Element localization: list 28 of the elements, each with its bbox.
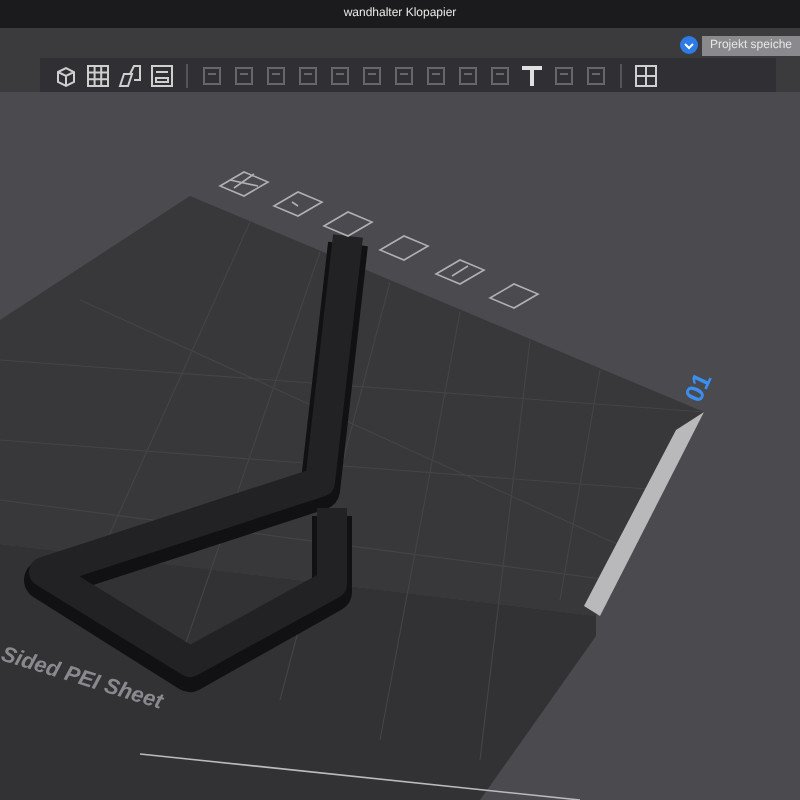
text-tool-icon (520, 63, 544, 87)
tool-icon (232, 63, 256, 87)
toolbar-button[interactable] (84, 61, 112, 89)
toolbar-button[interactable] (148, 61, 176, 89)
tool-icon (584, 63, 608, 87)
assemble-icon (634, 63, 658, 87)
tool-icon (552, 63, 576, 87)
toolbar-button[interactable] (116, 61, 144, 89)
cube-icon (54, 63, 78, 87)
sheet-label: Sided PEI Sheet (0, 642, 166, 715)
toolbar-button[interactable] (52, 61, 80, 89)
plate-icon (150, 63, 174, 87)
tool-icon (328, 63, 352, 87)
toolbar-button[interactable] (632, 61, 660, 89)
tool-icon (488, 63, 512, 87)
grid-icon (86, 63, 110, 87)
tool-icon (424, 63, 448, 87)
tool-icon (360, 63, 384, 87)
tool-icon (264, 63, 288, 87)
toolbar-button[interactable] (518, 61, 546, 89)
tool-icon (296, 63, 320, 87)
tool-icon (392, 63, 416, 87)
chevron-icon (683, 41, 694, 49)
tool-icon (200, 63, 224, 87)
dropdown-button[interactable] (679, 36, 698, 54)
plate-number: 01 (678, 367, 718, 407)
shapes-icon (118, 63, 142, 87)
tool-icon (456, 63, 480, 87)
